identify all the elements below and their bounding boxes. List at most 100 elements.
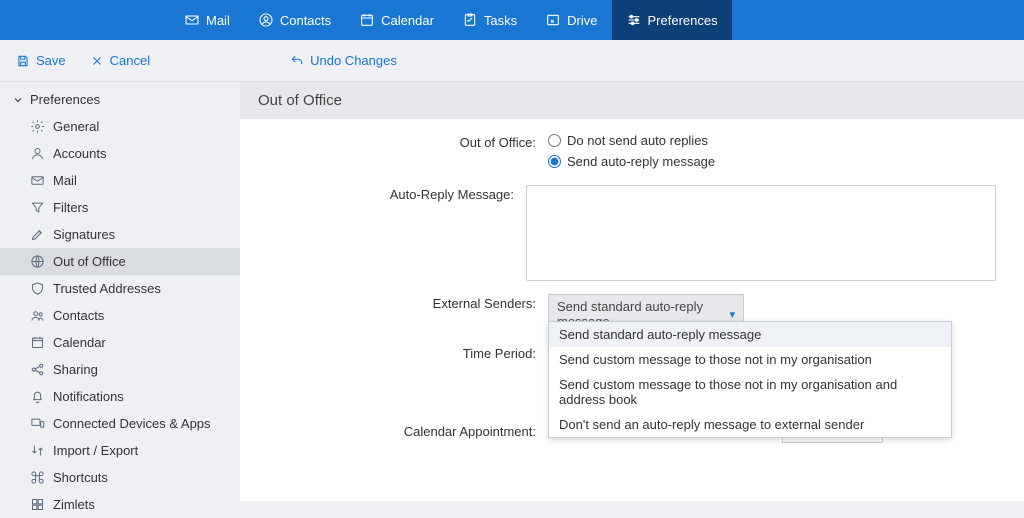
envelope-icon (30, 173, 45, 188)
sidebar-item-label: Mail (53, 173, 77, 188)
dropdown-option[interactable]: Send standard auto-reply message (549, 322, 951, 347)
nav-calendar[interactable]: Calendar (345, 0, 448, 40)
undo-icon (290, 54, 304, 68)
dropdown-option[interactable]: Send custom message to those not in my o… (549, 372, 951, 412)
radio-do-not-send[interactable]: Do not send auto replies (548, 133, 996, 148)
dropdown-option[interactable]: Don't send an auto-reply message to exte… (549, 412, 951, 437)
sidebar-item-label: Import / Export (53, 443, 138, 458)
contacts-icon (30, 308, 45, 323)
sidebar-item-label: Accounts (53, 146, 106, 161)
sidebar-item-label: Signatures (53, 227, 115, 242)
globe-icon (30, 254, 45, 269)
label-cal-appt: Calendar Appointment: (268, 418, 548, 439)
drive-icon (545, 12, 561, 28)
sidebar-item-sharing[interactable]: Sharing (0, 356, 240, 383)
sidebar-item-trusted[interactable]: Trusted Addresses (0, 275, 240, 302)
tasks-icon (462, 12, 478, 28)
calendar-icon (359, 12, 375, 28)
bell-icon (30, 389, 45, 404)
sidebar-item-out-of-office[interactable]: Out of Office (0, 248, 240, 275)
dropdown-option[interactable]: Send custom message to those not in my o… (549, 347, 951, 372)
sidebar-item-mail[interactable]: Mail (0, 167, 240, 194)
pen-icon (30, 227, 45, 242)
nav-contacts[interactable]: Contacts (244, 0, 345, 40)
action-label: Cancel (110, 53, 150, 68)
section-title: Out of Office (258, 92, 342, 109)
sidebar-item-label: Contacts (53, 308, 104, 323)
person-icon (30, 146, 45, 161)
sidebar-item-accounts[interactable]: Accounts (0, 140, 240, 167)
layout: Preferences General Accounts Mail Filter… (0, 82, 1024, 501)
radio-send-auto-input[interactable] (548, 155, 561, 168)
sidebar-header-label: Preferences (30, 92, 100, 107)
import-export-icon (30, 443, 45, 458)
calendar-icon (30, 335, 45, 350)
sidebar-item-connected[interactable]: Connected Devices & Apps (0, 410, 240, 437)
label-out-of-office: Out of Office: (268, 133, 548, 150)
radio-send-auto[interactable]: Send auto-reply message (548, 154, 996, 169)
save-button[interactable]: Save (16, 53, 66, 68)
sidebar-item-label: Connected Devices & Apps (53, 416, 211, 431)
sidebar-item-label: Calendar (53, 335, 106, 350)
shield-icon (30, 281, 45, 296)
puzzle-icon (30, 497, 45, 512)
nav-label: Calendar (381, 13, 434, 28)
label-time-period: Time Period: (268, 344, 548, 361)
sidebar-item-contacts[interactable]: Contacts (0, 302, 240, 329)
action-bar: Save Cancel Undo Changes (0, 40, 1024, 82)
sidebar-item-zimlets[interactable]: Zimlets (0, 491, 240, 518)
auto-reply-textarea[interactable] (526, 185, 996, 281)
contacts-icon (258, 12, 274, 28)
share-icon (30, 362, 45, 377)
section-header: Out of Office (240, 82, 1024, 119)
field-auto-reply (526, 185, 996, 284)
external-senders-dropdown: Send standard auto-reply message Send cu… (548, 321, 952, 438)
nav-preferences[interactable]: Preferences (612, 0, 732, 40)
cancel-button[interactable]: Cancel (90, 53, 150, 68)
nav-label: Preferences (648, 13, 718, 28)
radio-label: Send auto-reply message (567, 154, 715, 169)
chevron-down-icon: ▾ (729, 308, 735, 321)
action-label: Undo Changes (310, 53, 397, 68)
sidebar-item-label: Filters (53, 200, 88, 215)
action-label: Save (36, 53, 66, 68)
nav-label: Tasks (484, 13, 517, 28)
sidebar: Preferences General Accounts Mail Filter… (0, 82, 240, 501)
main: Out of Office Out of Office: Do not send… (240, 82, 1024, 501)
label-auto-reply: Auto-Reply Message: (268, 185, 526, 202)
sidebar-item-filters[interactable]: Filters (0, 194, 240, 221)
sidebar-header[interactable]: Preferences (0, 86, 240, 113)
nav-mail[interactable]: Mail (170, 0, 244, 40)
nav-label: Contacts (280, 13, 331, 28)
nav-drive[interactable]: Drive (531, 0, 611, 40)
sidebar-item-label: Zimlets (53, 497, 95, 512)
sidebar-item-label: Trusted Addresses (53, 281, 161, 296)
sidebar-item-import[interactable]: Import / Export (0, 437, 240, 464)
sliders-icon (626, 12, 642, 28)
top-nav: Mail Contacts Calendar Tasks Drive Prefe… (0, 0, 1024, 40)
sidebar-item-general[interactable]: General (0, 113, 240, 140)
row-external-senders: External Senders: Send standard auto-rep… (268, 294, 996, 334)
radio-do-not-send-input[interactable] (548, 134, 561, 147)
sidebar-item-label: Sharing (53, 362, 98, 377)
command-icon (30, 470, 45, 485)
sidebar-item-label: Notifications (53, 389, 124, 404)
field-external: Send standard auto-reply message ▾ Send … (548, 294, 996, 334)
filter-icon (30, 200, 45, 215)
row-out-of-office: Out of Office: Do not send auto replies … (268, 133, 996, 175)
sidebar-item-notifications[interactable]: Notifications (0, 383, 240, 410)
envelope-icon (184, 12, 200, 28)
chevron-down-icon (12, 94, 24, 106)
sidebar-item-label: Out of Office (53, 254, 126, 269)
form: Out of Office: Do not send auto replies … (240, 119, 1024, 467)
field-out-of-office: Do not send auto replies Send auto-reply… (548, 133, 996, 175)
nav-tasks[interactable]: Tasks (448, 0, 531, 40)
sidebar-item-shortcuts[interactable]: Shortcuts (0, 464, 240, 491)
sidebar-item-signatures[interactable]: Signatures (0, 221, 240, 248)
sidebar-item-calendar[interactable]: Calendar (0, 329, 240, 356)
radio-label: Do not send auto replies (567, 133, 708, 148)
nav-label: Mail (206, 13, 230, 28)
nav-label: Drive (567, 13, 597, 28)
sidebar-item-label: Shortcuts (53, 470, 108, 485)
undo-button[interactable]: Undo Changes (290, 53, 397, 68)
